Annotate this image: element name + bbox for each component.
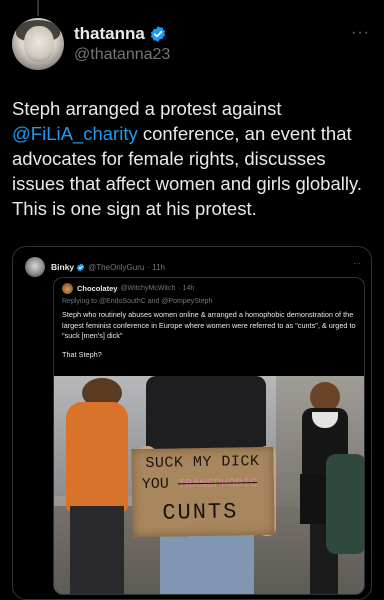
person-right <box>284 382 364 594</box>
quote-avatar[interactable] <box>25 257 45 277</box>
protest-photo[interactable]: SUCK MY DICK YOU TRANSPHOBIC CUNTS <box>54 376 364 594</box>
protest-sign: SUCK MY DICK YOU TRANSPHOBIC CUNTS <box>131 446 275 538</box>
tweet-header: thatanna @thatanna23 ··· <box>12 16 372 72</box>
sign-line-2-struck: TRANSPHOBIC <box>177 476 258 492</box>
pants <box>70 506 124 594</box>
quoted-tweet[interactable]: Binky @TheOnlyGuru · 11h ··· Chocolatey … <box>12 246 372 600</box>
orange-shirt <box>66 402 128 512</box>
verified-badge-icon <box>150 26 165 42</box>
quote-more-options-icon[interactable]: ··· <box>353 259 361 268</box>
avatar-face <box>24 26 54 62</box>
verified-badge-icon <box>77 263 85 271</box>
green-coat <box>326 454 364 554</box>
inner-text-2: That Steph? <box>62 350 102 359</box>
handle[interactable]: @thatanna23 <box>74 46 170 64</box>
tweet-text: Steph arranged a protest against @FiLiA_… <box>12 96 372 221</box>
quote-header: Binky @TheOnlyGuru · 11h <box>25 257 165 277</box>
name-row: thatanna <box>74 24 170 44</box>
inner-text: Steph who routinely abuses women online … <box>62 310 356 340</box>
thread-line <box>37 0 39 16</box>
inner-header: Chocolatey @WitchyMcWitch · 14h <box>62 283 194 294</box>
sign-line-2: YOU TRANSPHOBIC <box>142 474 258 493</box>
inner-quoted-tweet[interactable]: Chocolatey @WitchyMcWitch · 14h Replying… <box>53 277 365 595</box>
inner-avatar[interactable] <box>62 283 73 294</box>
quote-time[interactable]: · 11h <box>147 263 165 272</box>
mention-link[interactable]: @FiLiA_charity <box>12 123 138 144</box>
more-options-icon[interactable]: ··· <box>351 24 370 42</box>
author-info: thatanna @thatanna23 <box>74 24 170 64</box>
quote-display-name[interactable]: Binky <box>51 262 74 272</box>
person-left <box>62 378 134 594</box>
display-name[interactable]: thatanna <box>74 24 145 44</box>
quote-handle[interactable]: @TheOnlyGuru <box>88 263 144 272</box>
avatar[interactable] <box>12 18 64 70</box>
sign-line-2-prefix: YOU <box>141 475 170 494</box>
inner-handle[interactable]: @WitchyMcWitch <box>120 285 175 292</box>
sign-line-1: SUCK MY DICK <box>145 453 260 472</box>
tweet-text-before: Steph arranged a protest against <box>12 98 282 119</box>
inner-time[interactable]: · 14h <box>178 285 194 292</box>
sign-line-3: CUNTS <box>162 499 239 526</box>
replying-to[interactable]: Replying to @EndoSouthC and @PompeySteph <box>62 298 212 305</box>
inner-display-name[interactable]: Chocolatey <box>77 284 117 293</box>
